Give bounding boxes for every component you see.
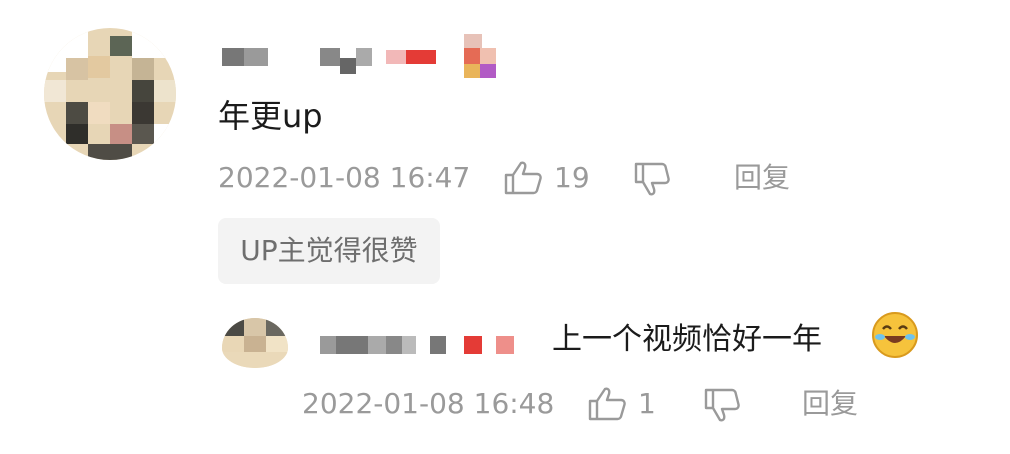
up-liked-badge: UP主觉得很赞 — [218, 218, 440, 284]
username-obscured[interactable] — [222, 34, 502, 78]
reply-username-obscured[interactable] — [320, 336, 520, 354]
reply-like-button[interactable]: 1 — [588, 386, 656, 422]
avatar[interactable] — [44, 28, 176, 160]
laughing-tears-emoji — [872, 312, 918, 358]
reply-dislike-button[interactable] — [704, 388, 740, 422]
reply-timestamp: 2022-01-08 16:48 — [302, 387, 555, 420]
comment-timestamp: 2022-01-08 16:47 — [218, 161, 471, 194]
reply-avatar[interactable] — [222, 318, 288, 368]
thumbs-down-icon — [634, 162, 670, 196]
dislike-button[interactable] — [634, 162, 670, 196]
thumbs-down-icon — [704, 388, 740, 422]
like-count: 19 — [554, 161, 590, 194]
reply-button[interactable]: 回复 — [734, 160, 790, 196]
thumbs-up-icon — [588, 387, 626, 421]
thumbs-up-icon — [504, 161, 542, 195]
reply-text: 上一个视频恰好一年 — [552, 322, 822, 357]
reply-reply-button[interactable]: 回复 — [802, 386, 858, 422]
comment-text: 年更up — [218, 97, 323, 135]
like-button[interactable]: 19 — [504, 160, 590, 196]
reply-like-count: 1 — [638, 387, 656, 420]
